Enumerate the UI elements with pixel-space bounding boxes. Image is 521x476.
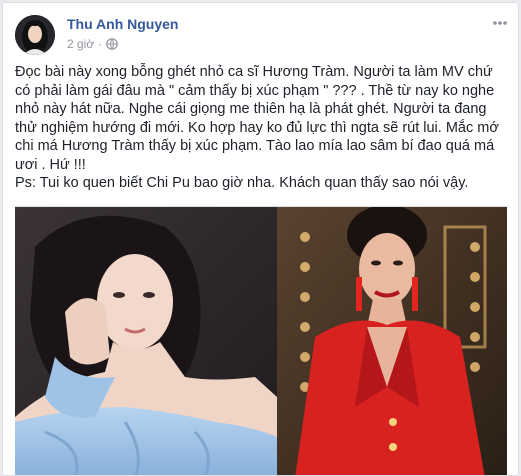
post-text: Đọc bài này xong bỗng ghét nhỏ ca sĩ Hươ… <box>15 63 509 193</box>
avatar[interactable] <box>15 15 55 55</box>
post-card: Thu Anh Nguyen 2 giờ · Đọc bài này xong … <box>2 2 519 476</box>
post-header: Thu Anh Nguyen 2 giờ · <box>15 13 510 57</box>
avatar-image <box>15 15 55 55</box>
timestamp-link[interactable]: 2 giờ <box>67 37 94 51</box>
post-ps: Ps: Tui ko quen biết Chi Pu bao giờ nha.… <box>15 175 469 191</box>
post-body: Đọc bài này xong bỗng ghét nhỏ ca sĩ Hươ… <box>15 64 499 173</box>
post-photo[interactable] <box>15 206 507 475</box>
globe-icon[interactable] <box>106 38 119 50</box>
right-photo <box>277 207 507 475</box>
left-photo <box>15 207 277 475</box>
more-options-icon[interactable] <box>490 13 510 33</box>
author-name-link[interactable]: Thu Anh Nguyen <box>67 16 178 32</box>
post-meta: 2 giờ · <box>67 37 119 51</box>
meta-separator: · <box>98 37 103 51</box>
photo-collage <box>15 207 507 475</box>
